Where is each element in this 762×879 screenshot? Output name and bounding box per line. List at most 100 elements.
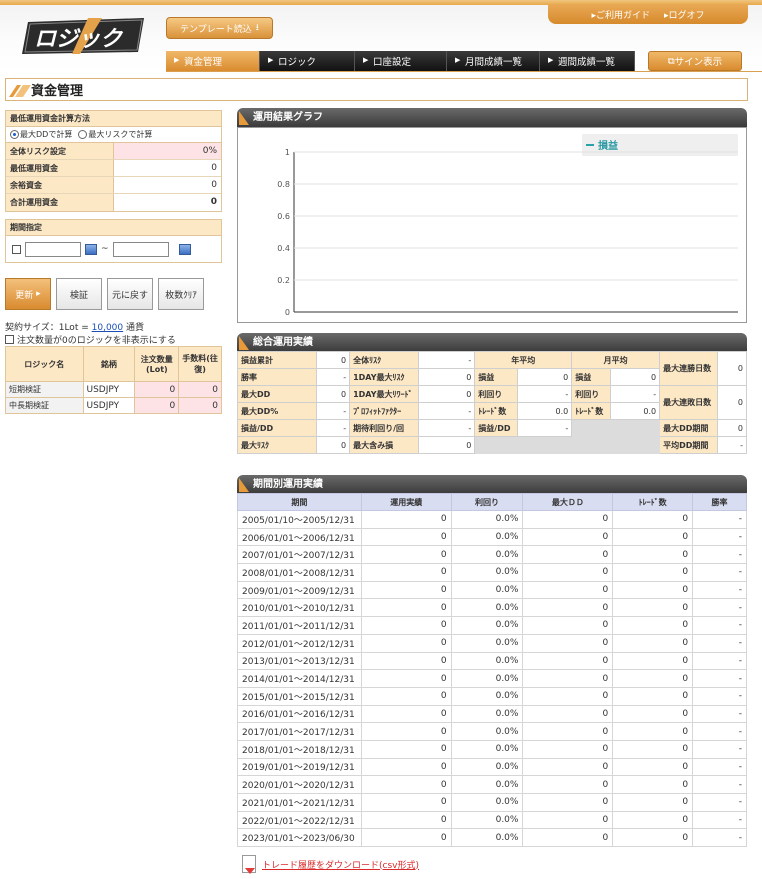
sum-label: ﾌﾟﾛﾌｨｯﾄﾌｧｸﾀｰ xyxy=(349,402,419,420)
col-fee: 手数料(往復) xyxy=(178,346,222,382)
sign-display-button[interactable]: ⧉ サイン表示 xyxy=(648,51,742,71)
period-cell: 0 xyxy=(522,580,614,600)
sum-label: 利回り xyxy=(474,385,518,403)
calendar-icon[interactable] xyxy=(178,243,191,255)
sum-label: 1DAY最大ﾘｽｸ xyxy=(349,368,419,386)
period-checkbox[interactable] xyxy=(12,244,21,254)
hide-zero-option[interactable]: 注文数量が0のロジックを非表示にする xyxy=(5,333,176,346)
period-cell: 0 xyxy=(360,510,452,529)
sum-label: 期待利回り/回 xyxy=(349,419,419,437)
period-cell: 0 xyxy=(522,704,614,724)
hide-zero-checkbox[interactable] xyxy=(5,335,14,344)
radio-max-dd-label: 最大DDで計算 xyxy=(20,130,73,139)
period-cell: 2009/01/01～2009/12/31 xyxy=(237,580,362,600)
logout-link[interactable]: ▸ログオフ xyxy=(664,8,705,21)
sum-value: - xyxy=(716,436,748,454)
logo[interactable]: ロジック xyxy=(22,16,150,56)
spare-funds-input[interactable]: 0 xyxy=(114,177,221,193)
period-cell: 0 xyxy=(612,810,694,830)
fee-input[interactable]: 0 xyxy=(178,381,222,398)
nav-logic-label: ロジック xyxy=(278,57,317,68)
col-trades: ﾄﾚｰﾄﾞ数 xyxy=(612,493,694,511)
table-row: 2005/01/10～2005/12/31 0 0.0% 0 0- xyxy=(237,510,747,529)
nav-account[interactable]: ▶ 口座設定 xyxy=(355,51,447,71)
restore-button[interactable]: 元に戻す xyxy=(107,278,153,310)
period-cell: 0 xyxy=(522,722,614,741)
y-tick-label: 0.6 xyxy=(277,212,290,221)
play-icon: ▸ xyxy=(36,289,41,299)
period-cell: 0 xyxy=(522,545,614,565)
period-cell: 0 xyxy=(522,828,614,848)
period-cell: 0 xyxy=(612,545,694,565)
period-cell: 0 xyxy=(522,686,614,706)
guide-link[interactable]: ▸ご利用ガイド xyxy=(591,8,650,21)
nav-weekly[interactable]: ▶ 週間成績一覧 xyxy=(540,51,635,71)
sum-label: 損益/DD xyxy=(237,419,317,437)
chart-svg: 損益 0 0.2 0.4 0.6 0.8 1 xyxy=(277,134,738,317)
nav-arrow-icon: ▶ xyxy=(174,56,180,64)
date-to-input[interactable] xyxy=(112,241,169,257)
period-cell: 0 xyxy=(522,810,614,830)
sum-value: 0 xyxy=(716,419,748,437)
result-chart: 損益 0 0.2 0.4 0.6 0.8 1 xyxy=(237,127,747,323)
radio-max-dd[interactable]: 最大DDで計算 xyxy=(10,129,72,140)
row-spare-funds: 余裕資金 0 xyxy=(6,177,221,194)
nav-monthly[interactable]: ▶ 月間成績一覧 xyxy=(447,51,540,71)
contract-size-link[interactable]: 10,000 xyxy=(92,323,124,333)
period-cell: 0 xyxy=(612,722,694,741)
table-row: 2008/01/01～2008/12/31 0 0.0% 0 0- xyxy=(237,563,747,582)
period-cell: 0.0% xyxy=(450,810,524,830)
col-symbol: 銘柄 xyxy=(82,346,136,382)
logic-table: ロジック名 銘柄 注文数量(Lot) 手数料(往復) 短期検証 USDJPY 0… xyxy=(5,346,222,414)
qty-input[interactable]: 0 xyxy=(134,397,180,414)
download-csv-link[interactable]: トレード履歴をダウンロード(csv形式) xyxy=(242,855,419,874)
table-row: 損益累計 0 全体ﾘｽｸ - 年平均 月平均 最大連勝日数 0 xyxy=(237,351,748,386)
period-cell: 0.0% xyxy=(450,757,524,777)
period-cell: 0 xyxy=(360,616,452,635)
calendar-icon[interactable] xyxy=(85,243,97,255)
verify-button[interactable]: 検証 xyxy=(56,278,102,310)
table-row: 短期検証 USDJPY 0 0 xyxy=(5,381,222,398)
table-row: 2011/01/01～2011/12/31 0 0.0% 0 0- xyxy=(237,616,747,635)
period-cell: 0 xyxy=(612,651,694,671)
sum-label: ﾄﾚｰﾄﾞ数 xyxy=(474,402,518,420)
table-row: 2006/01/01～2006/12/31 0 0.0% 0 0- xyxy=(237,527,747,547)
sum-value: 0 xyxy=(315,385,351,403)
nav-account-label: 口座設定 xyxy=(373,57,412,68)
date-from-input[interactable] xyxy=(25,241,81,257)
period-cell: - xyxy=(692,527,747,547)
template-load-button[interactable]: テンプレート読込 ⭳ xyxy=(166,17,273,39)
period-cell: - xyxy=(692,598,747,618)
period-cell: 0 xyxy=(612,686,694,706)
period-cell: 0 xyxy=(612,739,694,759)
table-row: 2018/01/01～2018/12/31 0 0.0% 0 0- xyxy=(237,739,747,759)
period-cell: 0.0% xyxy=(450,651,524,671)
clear-qty-button[interactable]: 枚数ｸﾘｱ xyxy=(158,278,204,310)
download-document-icon xyxy=(242,855,256,874)
period-cell: - xyxy=(692,704,747,724)
nav-funds-label: 資金管理 xyxy=(184,57,223,68)
update-button[interactable]: 更新 ▸ xyxy=(5,278,51,310)
sum-value: - xyxy=(315,368,351,386)
radio-max-risk[interactable]: 最大リスクで計算 xyxy=(78,129,152,140)
period-cell: 0.0% xyxy=(450,722,524,741)
nav-logic[interactable]: ▶ ロジック xyxy=(260,51,355,71)
sum-label: 最大連敗日数 xyxy=(659,385,718,420)
period-cell: 0.0% xyxy=(450,563,524,582)
sum-value: - xyxy=(516,419,573,437)
period-cell: 0.0% xyxy=(450,527,524,547)
sum-value: 0 xyxy=(516,368,573,386)
min-funds-value: 0 xyxy=(211,163,217,173)
total-risk-input[interactable]: 0% xyxy=(114,143,221,159)
nav-funds[interactable]: ▶ 資金管理 xyxy=(166,51,260,71)
qty-input[interactable]: 0 xyxy=(134,381,180,398)
total-funds-label: 合計運用資金 xyxy=(6,194,114,211)
period-cell: 0 xyxy=(522,633,614,653)
logic-name: 中長期検証 xyxy=(5,397,84,414)
col-yield: 利回り xyxy=(450,493,524,511)
clear-qty-label: 枚数ｸﾘｱ xyxy=(165,290,197,301)
title-mark-icon xyxy=(9,84,31,97)
table-row: 2021/01/01～2021/12/31 0 0.0% 0 0- xyxy=(237,793,747,812)
period-cell: 2012/01/01～2012/12/31 xyxy=(237,633,362,653)
fee-input[interactable]: 0 xyxy=(178,397,222,414)
